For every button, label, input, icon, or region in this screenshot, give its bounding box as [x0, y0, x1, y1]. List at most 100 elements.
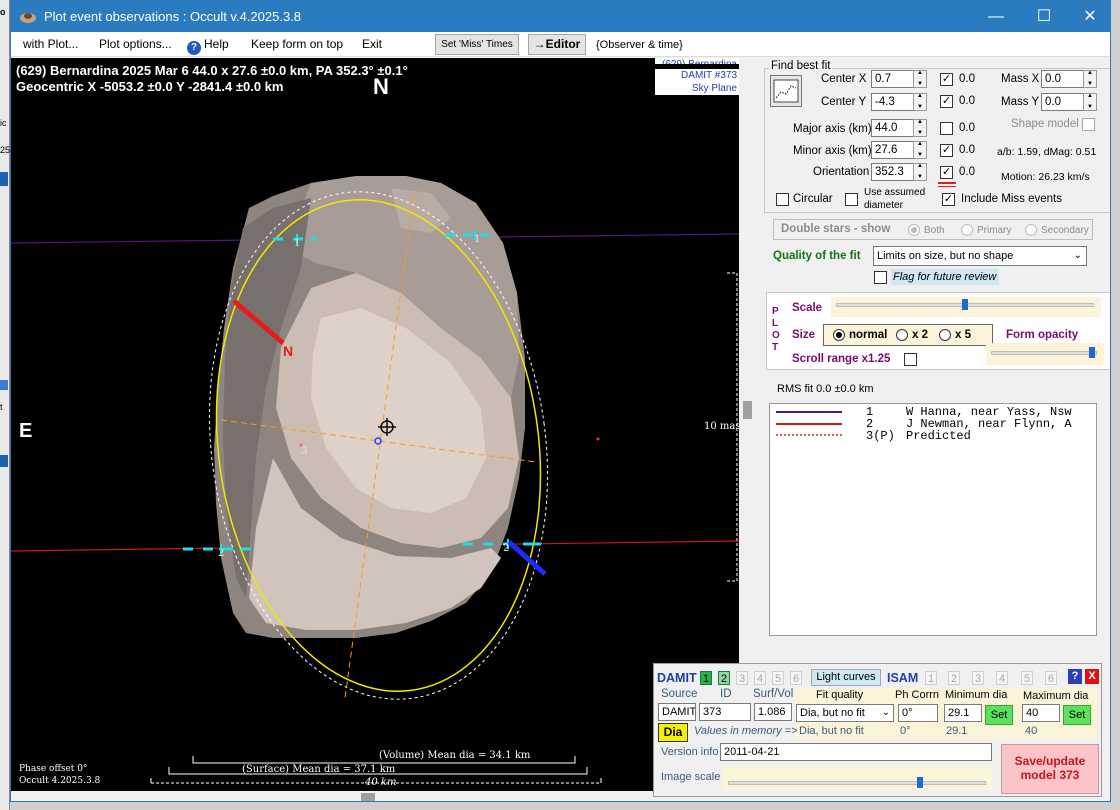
- horizontal-scrollbar[interactable]: [11, 791, 739, 801]
- center-y-checkbox[interactable]: ✓: [940, 95, 953, 108]
- include-miss-label: Include Miss events: [961, 193, 1062, 205]
- size-x5-radio[interactable]: [939, 329, 951, 341]
- set-max-dia-button[interactable]: Set: [1063, 705, 1091, 725]
- strip-selection: [0, 172, 8, 186]
- opacity-slider-thumb[interactable]: [1089, 347, 1095, 358]
- fit-button[interactable]: [770, 75, 802, 107]
- major-axis-input[interactable]: 44.0: [871, 119, 915, 137]
- opacity-slider[interactable]: [991, 351, 1097, 355]
- mass-x-label: Mass X: [1001, 73, 1040, 85]
- fit-quality-value: Dia, but no fit: [800, 707, 865, 719]
- mass-x-input[interactable]: 0.0: [1041, 70, 1085, 88]
- center-y-spinner[interactable]: [913, 93, 927, 111]
- orientation-spinner[interactable]: [913, 163, 927, 181]
- max-dia-field[interactable]: 40: [1022, 704, 1060, 722]
- center-y-input[interactable]: -4.3: [871, 93, 915, 111]
- damit-tab-2[interactable]: 2: [718, 671, 730, 685]
- dia-button[interactable]: Dia: [658, 723, 688, 742]
- damit-tab-5[interactable]: 5: [772, 671, 784, 685]
- image-scale-slider-thumb[interactable]: [917, 777, 923, 788]
- size-label: Size: [792, 329, 816, 341]
- set-miss-times-button[interactable]: Set 'Miss' Times: [435, 34, 519, 55]
- menu-exit[interactable]: Exit: [362, 37, 382, 51]
- quality-select[interactable]: Limits on size, but no shape ⌄: [873, 246, 1087, 266]
- quality-value: Limits on size, but no shape: [877, 250, 1014, 262]
- scale-mas-label: 10 mas: [704, 421, 739, 432]
- scale-slider-thumb[interactable]: [962, 299, 968, 310]
- double-primary-radio[interactable]: [961, 224, 973, 236]
- legend-line-2: [776, 423, 842, 425]
- center-x-input[interactable]: 0.7: [871, 70, 915, 88]
- damit-tab-1[interactable]: 1: [700, 671, 712, 685]
- orientation-input[interactable]: 352.3: [871, 163, 915, 181]
- image-scale-slider[interactable]: [728, 781, 986, 785]
- major-axis-checkbox[interactable]: [940, 122, 953, 135]
- isam-tab-5[interactable]: 5: [1021, 671, 1033, 685]
- strip-text: o: [0, 7, 6, 17]
- surf-vol-field[interactable]: 1.086: [754, 703, 792, 721]
- mass-y-spinner[interactable]: [1083, 93, 1097, 111]
- set-min-dia-button[interactable]: Set: [985, 705, 1013, 725]
- minor-axis-input[interactable]: 27.6: [871, 141, 915, 159]
- mass-y-input[interactable]: 0.0: [1041, 93, 1085, 111]
- chord-label: 3: [301, 446, 308, 457]
- plot-side-letter: P: [772, 306, 779, 317]
- plot-area[interactable]: (629) Bernardina 2025 Mar 6 44.0 x 27.6 …: [11, 58, 739, 801]
- damit-tab-4[interactable]: 4: [754, 671, 766, 685]
- mass-x-spinner[interactable]: [1083, 70, 1097, 88]
- size-normal-radio[interactable]: [833, 329, 845, 341]
- isam-tab-6[interactable]: 6: [1045, 671, 1057, 685]
- light-curves-button[interactable]: Light curves: [811, 669, 881, 686]
- shape-model-checkbox[interactable]: [1082, 118, 1095, 131]
- double-secondary-radio[interactable]: [1025, 224, 1037, 236]
- min-dia-field[interactable]: 29.1: [944, 704, 982, 722]
- minimize-button[interactable]: —: [973, 1, 1019, 32]
- maximize-button[interactable]: ☐: [1021, 1, 1067, 32]
- orientation-checkbox[interactable]: ✓: [940, 166, 953, 179]
- source-field[interactable]: DAMIT: [658, 703, 696, 721]
- double-primary-label: Primary: [977, 225, 1012, 236]
- isam-tab-2[interactable]: 2: [948, 671, 960, 685]
- title-bar[interactable]: Plot event observations : Occult v.4.202…: [11, 1, 1110, 32]
- vscroll-thumb[interactable]: [743, 401, 752, 419]
- center-x-spinner[interactable]: [913, 70, 927, 88]
- isam-tab-4[interactable]: 4: [996, 671, 1008, 685]
- flag-review-checkbox[interactable]: [874, 271, 887, 284]
- double-both-radio[interactable]: [908, 224, 920, 236]
- include-miss-checkbox[interactable]: ✓: [942, 193, 955, 206]
- version-info-field[interactable]: 2011-04-21: [720, 743, 992, 761]
- plot-side-letter: L: [772, 318, 779, 329]
- ph-corrn-field[interactable]: 0°: [898, 704, 938, 722]
- find-best-fit-group: [764, 68, 1110, 213]
- center-x-checkbox[interactable]: ✓: [940, 73, 953, 86]
- menu-with-plot[interactable]: with Plot...: [23, 37, 78, 51]
- close-button[interactable]: ✕: [1067, 1, 1110, 32]
- menu-observer-time[interactable]: {Observer & time}: [596, 39, 683, 51]
- menu-help[interactable]: ? Help: [187, 37, 229, 55]
- image-scale-slider-bg: [722, 766, 992, 790]
- hscroll-thumb[interactable]: [361, 793, 375, 801]
- menu-plot-options[interactable]: Plot options...: [99, 37, 172, 51]
- major-axis-sigma: 0.0: [959, 122, 975, 134]
- orientation-pole-indicator: [938, 182, 956, 187]
- damit-tab-6[interactable]: 6: [790, 671, 802, 685]
- id-field[interactable]: 373: [699, 703, 751, 721]
- save-update-model-button[interactable]: Save/update model 373: [1001, 744, 1099, 794]
- editor-button[interactable]: →Editor: [528, 34, 586, 55]
- fit-quality-select[interactable]: Dia, but no fit ⌄: [796, 704, 894, 722]
- minor-axis-checkbox[interactable]: ✓: [940, 144, 953, 157]
- damit-close-button[interactable]: X: [1085, 669, 1099, 684]
- isam-tab-3[interactable]: 3: [972, 671, 984, 685]
- major-axis-spinner[interactable]: [913, 119, 927, 137]
- damit-help-button[interactable]: ?: [1068, 669, 1082, 684]
- use-assumed-checkbox[interactable]: [845, 193, 858, 206]
- minor-axis-spinner[interactable]: [913, 141, 927, 159]
- use-assumed-label-2: diameter: [864, 200, 903, 211]
- circular-checkbox[interactable]: [776, 193, 789, 206]
- menu-keep-on-top[interactable]: Keep form on top: [251, 37, 343, 51]
- scroll-range-checkbox[interactable]: [904, 353, 917, 366]
- isam-tab-1[interactable]: 1: [925, 671, 937, 685]
- size-x2-radio[interactable]: [896, 329, 908, 341]
- damit-tab-3[interactable]: 3: [736, 671, 748, 685]
- center-x-label: Center X: [821, 73, 867, 85]
